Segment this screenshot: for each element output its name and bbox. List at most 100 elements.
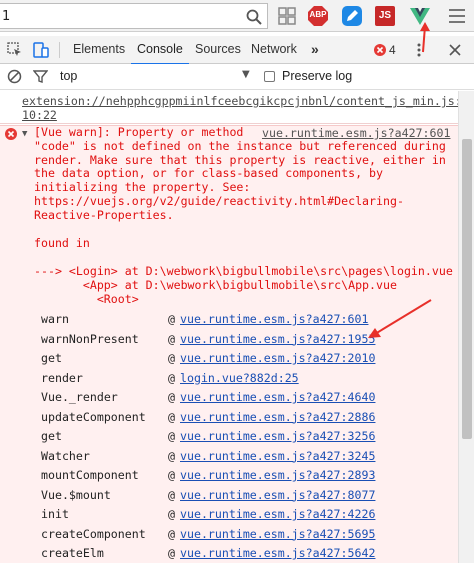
warn-text-line: https://vuejs.org/v2/guide/reactivity.ht… xyxy=(34,194,404,208)
address-text: 1 xyxy=(2,9,11,24)
stack-location-link[interactable]: vue.runtime.esm.js?a427:3245 xyxy=(180,449,375,463)
stack-location-link[interactable]: login.vue?882d:25 xyxy=(180,371,299,385)
stack-function: Watcher xyxy=(41,448,90,463)
stack-function: updateComponent xyxy=(41,409,146,424)
stack-function: warn xyxy=(41,312,69,326)
stack-row: warn @ vue.runtime.esm.js?a427:601 xyxy=(0,309,458,329)
stack-location-link[interactable]: vue.runtime.esm.js?a427:3256 xyxy=(180,429,375,443)
stack-function: Vue._render xyxy=(41,390,118,404)
stack-function: createComponent xyxy=(41,526,146,541)
component-trace-line: ---> <Login> at D:\webwork\bigbullmobile… xyxy=(34,264,453,278)
tab-elements[interactable]: Elements xyxy=(73,36,125,64)
warn-text-line: the data option, or for class-based comp… xyxy=(34,166,384,181)
component-trace-line: <Root> xyxy=(34,292,139,306)
stack-at-sign: @ xyxy=(168,507,175,521)
stack-row: init @ vue.runtime.esm.js?a427:4226 xyxy=(0,504,458,524)
stack-function: get xyxy=(41,429,62,443)
stack-row: Vue.$mount @ vue.runtime.esm.js?a427:807… xyxy=(0,485,458,505)
stack-at-sign: @ xyxy=(168,351,175,365)
stack-location-link[interactable]: vue.runtime.esm.js?a427:601 xyxy=(180,312,368,326)
warn-text-line: initializing the property. See: xyxy=(34,180,251,195)
grid-icon[interactable] xyxy=(276,5,298,27)
scrollbar-thumb[interactable] xyxy=(462,139,472,439)
kebab-menu-icon[interactable] xyxy=(416,42,422,58)
stack-location-link[interactable]: vue.runtime.esm.js?a427:2893 xyxy=(180,468,375,482)
stack-location-link[interactable]: vue.runtime.esm.js?a427:4226 xyxy=(180,507,375,521)
inspect-element-icon[interactable] xyxy=(7,42,23,58)
stack-at-sign: @ xyxy=(168,409,175,424)
stack-function: createElm xyxy=(41,546,104,560)
tab-console[interactable]: Console xyxy=(131,36,189,65)
console-output: extension://nehpphcgppmiinlfceebcgikcpcj… xyxy=(0,91,462,563)
stack-row: warnNonPresent @ vue.runtime.esm.js?a427… xyxy=(0,329,458,349)
close-icon[interactable] xyxy=(448,43,462,57)
tab-sources[interactable]: Sources xyxy=(195,36,241,64)
stack-function: mountComponent xyxy=(41,468,139,482)
pencil-icon[interactable] xyxy=(341,5,363,27)
stack-at-sign: @ xyxy=(168,390,175,404)
stack-row: createComponent @ vue.runtime.esm.js?a42… xyxy=(0,524,458,544)
stack-location-link[interactable]: vue.runtime.esm.js?a427:1955 xyxy=(180,332,375,346)
stack-row: get @ vue.runtime.esm.js?a427:3256 xyxy=(0,426,458,446)
stack-function: get xyxy=(41,351,62,365)
stack-at-sign: @ xyxy=(168,312,175,326)
found-in-label: found in xyxy=(34,236,90,250)
component-trace-line: <App> at D:\webwork\bigbullmobile\src\Ap… xyxy=(34,278,397,292)
stack-at-sign: @ xyxy=(168,487,175,502)
stack-at-sign: @ xyxy=(168,526,175,541)
console-toolbar: top ▼ Preserve log xyxy=(0,64,474,90)
stack-row: Watcher @ vue.runtime.esm.js?a427:3245 xyxy=(0,446,458,466)
stack-row: render @ login.vue?882d:25 xyxy=(0,368,458,388)
browser-toolbar: 1 ABP JS xyxy=(0,0,474,32)
warn-text-line: [Vue warn]: Property or method xyxy=(34,125,244,139)
stack-location-link[interactable]: vue.runtime.esm.js?a427:2886 xyxy=(180,410,375,424)
vue-devtools-icon[interactable] xyxy=(409,5,431,27)
clear-console-icon[interactable] xyxy=(7,69,22,84)
stack-at-sign: @ xyxy=(168,429,175,443)
stack-at-sign: @ xyxy=(168,370,175,385)
stack-at-sign: @ xyxy=(168,546,175,560)
stack-location-link[interactable]: vue.runtime.esm.js?a427:5642 xyxy=(180,546,375,560)
stack-function: Vue.$mount xyxy=(41,487,111,502)
warn-text-line: "code" is not defined on the instance bu… xyxy=(34,138,446,153)
adblock-label: ABP xyxy=(309,10,327,19)
preserve-log-checkbox[interactable] xyxy=(264,71,275,82)
stack-at-sign: @ xyxy=(168,448,175,463)
stack-function: render xyxy=(41,370,83,385)
more-tabs-button[interactable]: » xyxy=(311,36,319,64)
adblock-icon[interactable]: ABP xyxy=(307,5,329,27)
warn-text-line: render. Make sure that this property is … xyxy=(34,152,446,167)
tab-network[interactable]: Network xyxy=(251,36,297,64)
stack-at-sign: @ xyxy=(168,331,175,346)
js-icon[interactable]: JS xyxy=(374,5,396,27)
stack-at-sign: @ xyxy=(168,468,175,482)
stack-row: createElm @ vue.runtime.esm.js?a427:5642 xyxy=(0,543,458,563)
previous-message: extension://nehpphcgppmiinlfceebcgikcpcj… xyxy=(0,91,462,124)
address-bar[interactable]: 1 xyxy=(0,3,268,29)
stack-location-link[interactable]: vue.runtime.esm.js?a427:8077 xyxy=(180,488,375,502)
stack-row: updateComponent @ vue.runtime.esm.js?a42… xyxy=(0,407,458,427)
stack-function: init xyxy=(41,507,69,521)
source-link[interactable]: vue.runtime.esm.js?a427:601 xyxy=(262,126,450,140)
preserve-log-label: Preserve log xyxy=(282,69,353,83)
warn-text-line: Reactive-Properties. xyxy=(34,207,174,222)
device-toolbar-icon[interactable] xyxy=(32,41,50,59)
vue-warn-message: ▼ vue.runtime.esm.js?a427:601 [Vue warn]… xyxy=(0,125,458,563)
context-selector[interactable]: top xyxy=(60,69,77,83)
stack-row: mountComponent @ vue.runtime.esm.js?a427… xyxy=(0,465,458,485)
extension-link[interactable]: extension://nehpphcgppmiinlfceebcgikcpcj… xyxy=(22,94,462,108)
error-count-badge[interactable]: 4 xyxy=(389,43,396,57)
console-scrollbar[interactable] xyxy=(458,91,474,563)
dropdown-arrow-icon[interactable]: ▼ xyxy=(242,69,250,80)
extension-link-line[interactable]: 10:22 xyxy=(22,108,57,122)
devtools-tab-bar: Elements Console Sources Network » 4 xyxy=(0,36,474,65)
stack-location-link[interactable]: vue.runtime.esm.js?a427:4640 xyxy=(180,390,375,404)
search-icon[interactable] xyxy=(245,8,263,26)
stack-function: warnNonPresent xyxy=(41,331,139,346)
stack-location-link[interactable]: vue.runtime.esm.js?a427:2010 xyxy=(180,351,375,365)
menu-icon[interactable] xyxy=(445,5,469,27)
stack-row: Vue._render @ vue.runtime.esm.js?a427:46… xyxy=(0,387,458,407)
stack-location-link[interactable]: vue.runtime.esm.js?a427:5695 xyxy=(180,527,375,541)
filter-icon[interactable] xyxy=(33,69,48,84)
expand-triangle-icon[interactable]: ▼ xyxy=(22,129,27,139)
